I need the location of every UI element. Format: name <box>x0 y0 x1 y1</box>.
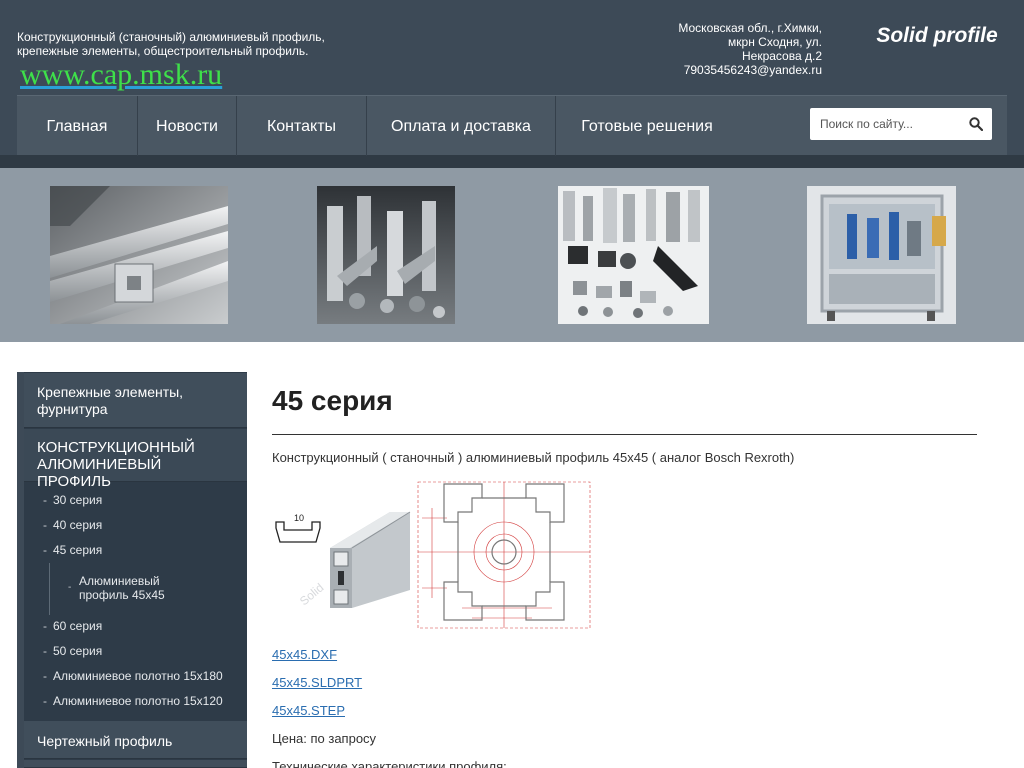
search-input[interactable] <box>810 108 960 140</box>
price-text: Цена: по запросу <box>272 731 377 746</box>
search-icon <box>969 117 983 131</box>
nav-item-contacts[interactable]: Контакты <box>237 96 367 156</box>
figure-label: 10 <box>294 513 304 523</box>
contact-address: Московская обл., г.Химки, мкрн Сходня, у… <box>640 21 822 77</box>
brand-logo-text: Solid profile <box>876 24 998 47</box>
page-title: 45 серия <box>272 385 393 416</box>
sidebar-subitem-30[interactable]: -30 серия <box>43 493 102 507</box>
sidebar-subitem-60[interactable]: -60 серия <box>43 619 102 633</box>
dash-bullet: - <box>68 582 72 593</box>
search-button[interactable] <box>960 108 992 140</box>
address-line: мкрн Сходня, ул. <box>728 35 822 49</box>
tech-specs-heading: Технические характеристики профиля: <box>272 759 507 768</box>
nav-item-news[interactable]: Новости <box>138 96 237 156</box>
profiles-photo[interactable] <box>50 186 228 324</box>
sidebar-subitem-50[interactable]: -50 серия <box>43 644 102 658</box>
site-tagline: Конструкционный (станочный) алюминиевый … <box>17 30 325 58</box>
sidebar-subitem-45[interactable]: -45 серия <box>43 543 102 557</box>
dash-bullet: - <box>43 619 47 633</box>
dash-bullet: - <box>43 644 47 658</box>
figure-watermark: Solid <box>297 580 326 608</box>
sidebar-item-aluminium-profile[interactable]: КОНСТРУКЦИОННЫЙ АЛЮМИНИЕВЫЙ ПРОФИЛЬ <box>24 429 247 490</box>
sidebar-subitem-sheet-15x120[interactable]: - Алюминиевое полотно 15x120 <box>43 694 223 708</box>
submenu-divider <box>49 563 50 615</box>
sidebar-subitem-sheet-15x180[interactable]: - Алюминиевое полотно 15x180 <box>43 669 223 683</box>
dash-bullet: - <box>43 493 47 507</box>
download-sldprt-link[interactable]: 45x45.SLDPRT <box>272 675 362 690</box>
download-dxf-link[interactable]: 45x45.DXF <box>272 647 337 662</box>
dash-bullet: - <box>43 669 47 683</box>
connectors-photo[interactable] <box>317 186 455 324</box>
header-stripe <box>0 155 1024 168</box>
dash-bullet: - <box>43 543 47 557</box>
search-box <box>810 108 992 140</box>
image-banner <box>0 168 1024 342</box>
contact-email: 79035456243@yandex.ru <box>683 63 822 77</box>
sidebar-subitem-40[interactable]: -40 серия <box>43 518 102 532</box>
dash-bullet: - <box>43 694 47 708</box>
nav-item-solutions[interactable]: Готовые решения <box>556 96 738 156</box>
sidebar-item-next[interactable] <box>24 760 247 768</box>
address-line: Московская обл., г.Химки, <box>678 21 822 35</box>
nav-item-home[interactable]: Главная <box>17 96 138 156</box>
site-url-link[interactable]: www.cap.msk.ru <box>20 58 222 92</box>
sidebar-item-drawing-profile[interactable]: Чертежный профиль <box>24 721 247 759</box>
intro-text: Конструкционный ( станочный ) алюминиевы… <box>272 450 795 465</box>
nav-item-payment-delivery[interactable]: Оплата и доставка <box>367 96 556 156</box>
address-line: Некрасова д.2 <box>741 49 822 63</box>
sidebar-item-fasteners[interactable]: Крепежные элементы, фурнитура <box>24 373 247 428</box>
profile-drawing-figure[interactable]: 10 Solid <box>272 478 592 630</box>
machine-photo[interactable] <box>807 186 956 324</box>
dash-bullet: - <box>43 518 47 532</box>
fasteners-photo[interactable] <box>558 186 709 324</box>
title-divider <box>272 434 977 435</box>
download-step-link[interactable]: 45x45.STEP <box>272 703 345 718</box>
